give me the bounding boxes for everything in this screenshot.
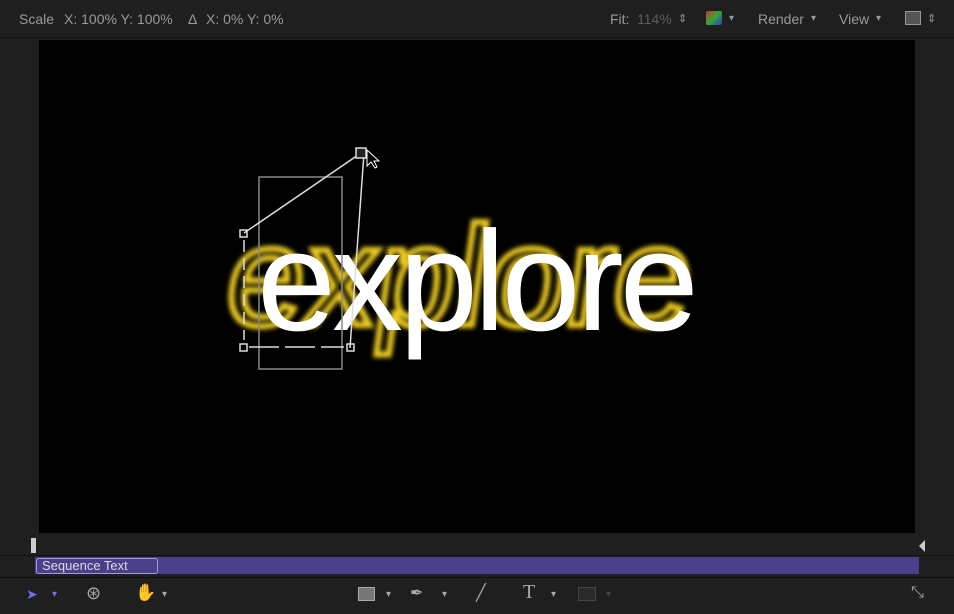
shape-tool-icon[interactable] xyxy=(358,587,375,601)
chevron-down-icon[interactable]: ▾ xyxy=(386,589,391,600)
canvas-toolbar: Scale X: 100% Y: 100% Δ X: 0% Y: 0% Fit:… xyxy=(0,0,954,38)
chevron-down-icon: ▾ xyxy=(606,589,611,600)
text-tool-icon[interactable]: T xyxy=(523,581,535,604)
chevron-down-icon[interactable]: ▾ xyxy=(442,589,447,600)
canvas-viewer[interactable]: explore explore xyxy=(39,40,915,533)
paint-brush-tool-icon[interactable]: ╱ xyxy=(476,583,486,603)
delta-symbol: Δ xyxy=(188,11,197,27)
explore-text: explore xyxy=(257,202,695,361)
layout-stepper-icon[interactable]: ⇕ xyxy=(927,12,936,25)
mask-tool-icon xyxy=(578,587,596,601)
color-channels-icon[interactable] xyxy=(706,11,722,25)
hud-delta-value: X: 0% Y: 0% xyxy=(206,11,284,27)
fullscreen-icon[interactable]: ⤡ xyxy=(911,584,924,602)
hud-param-label: Scale xyxy=(19,11,54,27)
chevron-down-icon: ▾ xyxy=(876,13,881,24)
pen-tool-icon[interactable]: ✒ xyxy=(410,583,423,603)
tools-bar: ➤ ▾ ⊛ ✋ ▾ ▾ ✒ ▾ ╱ T ▾ ▾ ⤡ xyxy=(0,577,954,614)
mini-timeline-ruler[interactable] xyxy=(0,536,954,556)
zoom-level-value[interactable]: 114% xyxy=(637,11,672,27)
pan-hand-tool-icon[interactable]: ✋ xyxy=(135,583,156,603)
timeline-track xyxy=(35,557,919,574)
select-transform-tool-icon[interactable]: ➤ xyxy=(26,586,38,603)
3d-transform-tool-icon[interactable]: ⊛ xyxy=(86,583,101,604)
fit-label: Fit: xyxy=(610,11,629,27)
render-menu[interactable]: Render xyxy=(758,11,804,27)
chevron-down-icon[interactable]: ▾ xyxy=(162,589,167,600)
layout-icon[interactable] xyxy=(905,11,921,25)
chevron-down-icon[interactable]: ▾ xyxy=(52,589,57,600)
hud-scale-value: X: 100% Y: 100% xyxy=(64,11,173,27)
chevron-down-icon[interactable]: ▾ xyxy=(729,13,734,24)
in-point-marker[interactable] xyxy=(31,538,36,553)
out-point-marker[interactable] xyxy=(919,540,925,552)
timeline-clip[interactable]: Sequence Text xyxy=(36,558,158,574)
chevron-down-icon[interactable]: ▾ xyxy=(551,589,556,600)
chevron-down-icon: ▾ xyxy=(811,13,816,24)
view-menu[interactable]: View xyxy=(839,11,869,27)
cursor-icon xyxy=(367,150,379,168)
canvas-artwork: explore explore xyxy=(39,40,915,533)
zoom-stepper-icon[interactable]: ⇕ xyxy=(678,12,687,25)
